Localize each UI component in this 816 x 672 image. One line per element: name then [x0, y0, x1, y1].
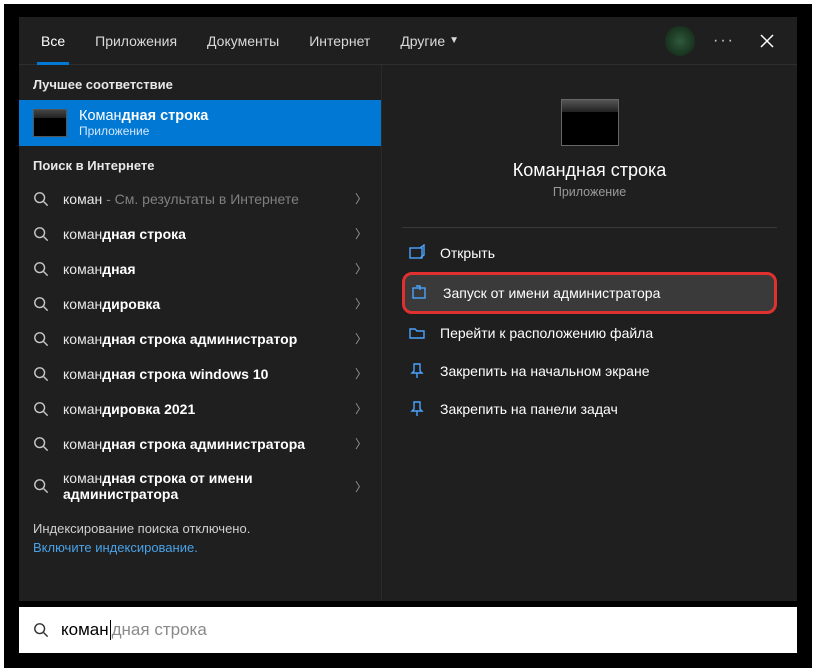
suggestion-label: командная строка администратора — [63, 436, 341, 452]
preview-subtitle: Приложение — [553, 185, 626, 199]
suggestion-label: коман - См. результаты в Интернете — [63, 191, 341, 207]
search-input[interactable]: командная строка — [19, 607, 797, 653]
action-open-label: Открыть — [440, 245, 495, 261]
window-frame: Все Приложения Документы Интернет Другие… — [4, 4, 812, 668]
search-icon — [33, 401, 49, 417]
search-icon — [33, 331, 49, 347]
search-icon — [33, 226, 49, 242]
suggestion-label: командная строка от имени администратора — [63, 470, 341, 502]
action-pin-taskbar[interactable]: Закрепить на панели задач — [402, 390, 777, 428]
search-icon — [33, 622, 49, 638]
preview-app-icon — [561, 99, 619, 146]
tab-other[interactable]: Другие ▼ — [386, 17, 473, 65]
best-match-item[interactable]: Командная строка Приложение — [19, 100, 381, 146]
chevron-right-icon: 〉 — [355, 295, 367, 312]
chevron-right-icon: 〉 — [355, 260, 367, 277]
section-web-search: Поиск в Интернете — [19, 146, 381, 181]
search-icon — [33, 366, 49, 382]
suggestion-row[interactable]: командная строка администратор 〉 — [19, 321, 381, 356]
chevron-down-icon: ▼ — [449, 35, 459, 46]
chevron-right-icon: 〉 — [355, 225, 367, 242]
action-pin-start-label: Закрепить на начальном экране — [440, 363, 650, 379]
search-icon — [33, 296, 49, 312]
tab-other-label: Другие — [400, 33, 445, 49]
chevron-right-icon: 〉 — [355, 435, 367, 452]
results-column: Лучшее соответствие Командная строка При… — [19, 65, 381, 601]
admin-icon — [411, 284, 429, 302]
action-file-location-label: Перейти к расположению файла — [440, 325, 653, 341]
cmd-icon — [33, 109, 67, 137]
best-match-title: Командная строка — [79, 108, 208, 124]
suggestions-list: коман - См. результаты в Интернете〉коман… — [19, 181, 381, 511]
tab-internet[interactable]: Интернет — [295, 17, 384, 65]
highlight-run-admin: Запуск от имени администратора — [402, 272, 777, 314]
more-menu[interactable]: ··· — [703, 32, 745, 50]
suggestion-label: командировка — [63, 296, 341, 312]
action-pin-start[interactable]: Закрепить на начальном экране — [402, 352, 777, 390]
close-icon — [760, 34, 774, 48]
section-best-match: Лучшее соответствие — [19, 65, 381, 100]
action-open[interactable]: Открыть — [402, 234, 777, 272]
suggestion-row[interactable]: коман - См. результаты в Интернете 〉 — [19, 181, 381, 216]
suggestion-row[interactable]: командная строка от имени администратора… — [19, 461, 381, 511]
suggestion-row[interactable]: командная строка windows 10 〉 — [19, 356, 381, 391]
suggestion-label: командная строка windows 10 — [63, 366, 341, 382]
search-text: командная строка — [61, 620, 207, 641]
tab-documents[interactable]: Документы — [193, 17, 293, 65]
actions-list: Открыть Запуск от имени администратора — [402, 227, 777, 428]
action-run-admin[interactable]: Запуск от имени администратора — [407, 275, 772, 311]
tab-apps[interactable]: Приложения — [81, 17, 191, 65]
tabs-bar: Все Приложения Документы Интернет Другие… — [19, 17, 797, 65]
suggestion-label: командная строка администратор — [63, 331, 341, 347]
pin-start-icon — [408, 362, 426, 380]
indexing-notice: Индексирование поиска отключено. — [19, 511, 381, 538]
suggestion-row[interactable]: командная строка администратора 〉 — [19, 426, 381, 461]
preview-column: Командная строка Приложение Открыть — [381, 65, 797, 601]
suggestion-label: командировка 2021 — [63, 401, 341, 417]
search-icon — [33, 436, 49, 452]
close-button[interactable] — [747, 17, 787, 65]
search-icon — [33, 261, 49, 277]
avatar[interactable] — [665, 26, 695, 56]
search-icon — [33, 191, 49, 207]
suggestion-row[interactable]: командировка 2021 〉 — [19, 391, 381, 426]
chevron-right-icon: 〉 — [355, 478, 367, 495]
preview-title: Командная строка — [513, 160, 667, 181]
tab-all[interactable]: Все — [27, 17, 79, 65]
chevron-right-icon: 〉 — [355, 190, 367, 207]
chevron-right-icon: 〉 — [355, 365, 367, 382]
best-match-subtitle: Приложение — [79, 124, 208, 138]
action-pin-taskbar-label: Закрепить на панели задач — [440, 401, 618, 417]
indexing-link[interactable]: Включите индексирование. — [19, 538, 381, 567]
suggestion-row[interactable]: командная 〉 — [19, 251, 381, 286]
chevron-right-icon: 〉 — [355, 330, 367, 347]
pin-taskbar-icon — [408, 400, 426, 418]
suggestion-row[interactable]: командная строка 〉 — [19, 216, 381, 251]
folder-icon — [408, 324, 426, 342]
suggestion-label: командная строка — [63, 226, 341, 242]
open-icon — [408, 244, 426, 262]
suggestion-label: командная — [63, 261, 341, 277]
search-panel: Все Приложения Документы Интернет Другие… — [19, 17, 797, 601]
search-icon — [33, 478, 49, 494]
action-run-admin-label: Запуск от имени администратора — [443, 285, 660, 301]
action-file-location[interactable]: Перейти к расположению файла — [402, 314, 777, 352]
chevron-right-icon: 〉 — [355, 400, 367, 417]
suggestion-row[interactable]: командировка 〉 — [19, 286, 381, 321]
